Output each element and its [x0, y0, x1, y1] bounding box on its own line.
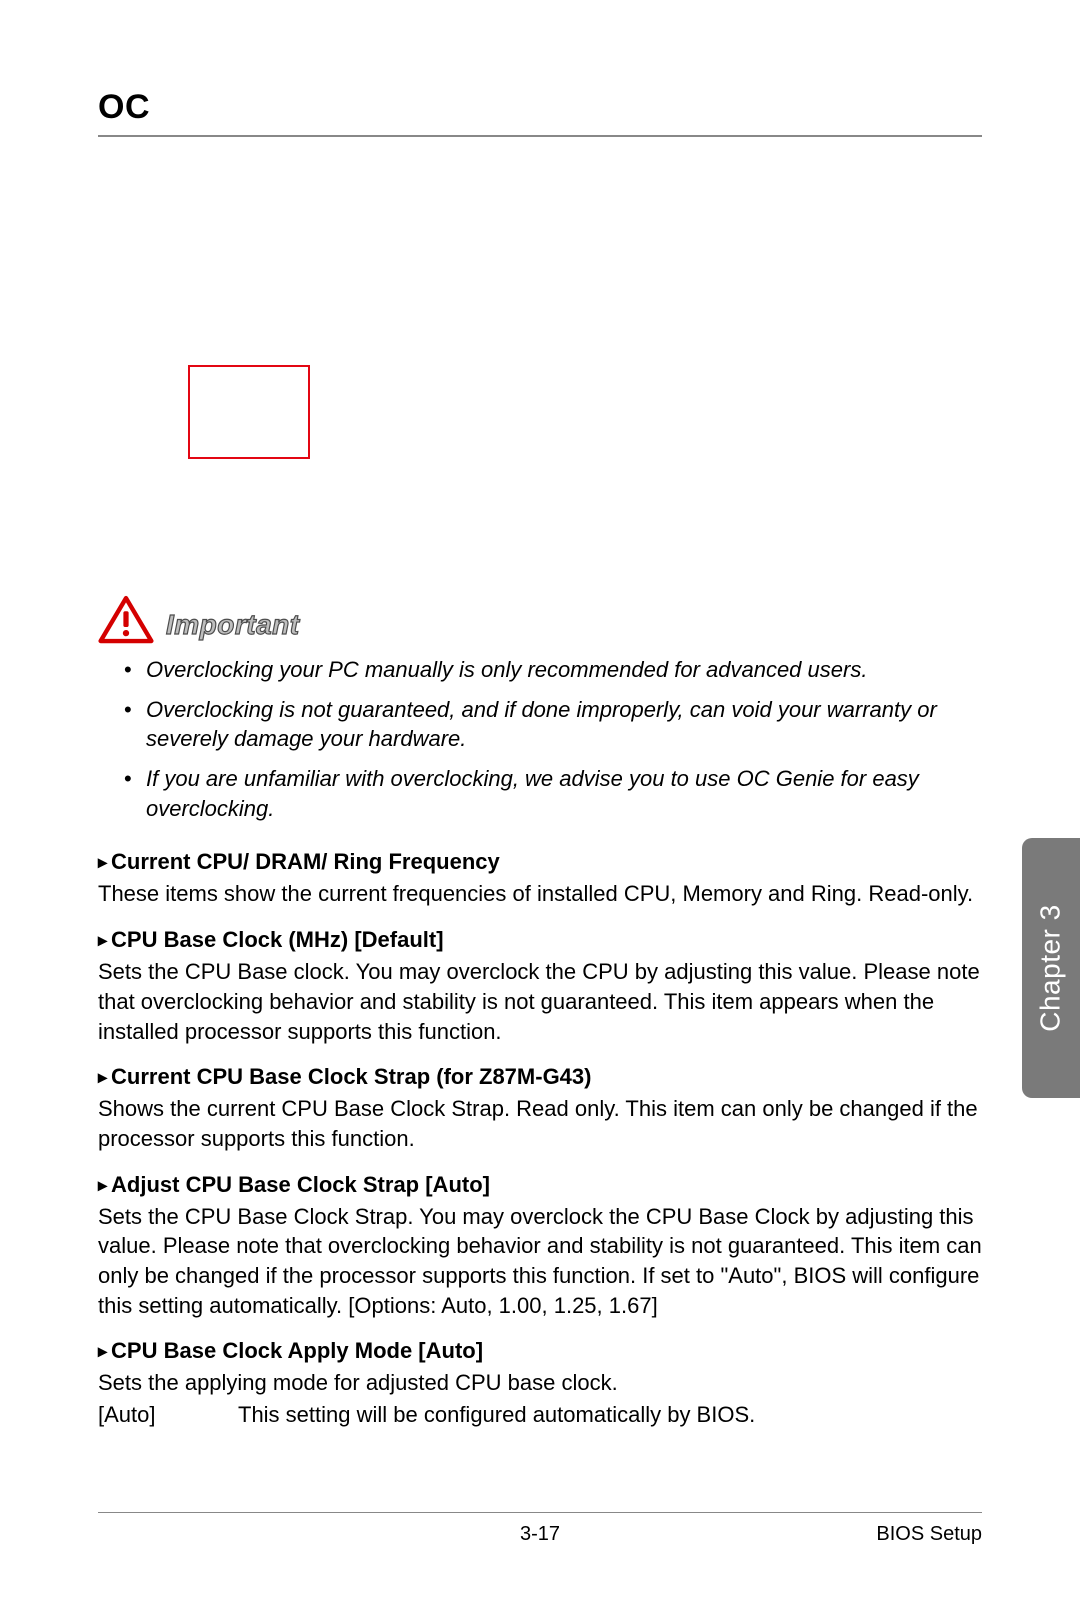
footer-section-title: BIOS Setup [876, 1523, 982, 1546]
setting-heading-text: CPU Base Clock Apply Mode [Auto] [111, 1338, 483, 1363]
setting-option-row: [Auto] This setting will be configured a… [98, 1400, 982, 1430]
triangle-bullet-icon: ▸ [98, 1341, 107, 1361]
setting-description: Sets the CPU Base clock. You may overclo… [98, 957, 982, 1046]
setting-description: Sets the applying mode for adjusted CPU … [98, 1368, 982, 1398]
setting-description: Sets the CPU Base Clock Strap. You may o… [98, 1202, 982, 1321]
important-bullet: Overclocking your PC manually is only re… [124, 655, 982, 685]
triangle-bullet-icon: ▸ [98, 1175, 107, 1195]
manual-page: OC Important Overclocking your PC manual… [0, 0, 1080, 1619]
setting-description: These items show the current frequencies… [98, 879, 982, 909]
important-bullet: Overclocking is not guaranteed, and if d… [124, 695, 982, 754]
chapter-side-tab-label: Chapter 3 [1035, 904, 1067, 1031]
page-number: 3-17 [520, 1523, 560, 1546]
setting-item: ▸Adjust CPU Base Clock Strap [Auto] Sets… [98, 1172, 982, 1321]
page-footer: 3-17 BIOS Setup [98, 1512, 982, 1549]
setting-option-key: [Auto] [98, 1400, 238, 1430]
warning-icon [98, 595, 154, 645]
setting-item: ▸CPU Base Clock (MHz) [Default] Sets the… [98, 927, 982, 1046]
important-label: Important [166, 609, 300, 645]
setting-heading-text: Current CPU Base Clock Strap (for Z87M-G… [111, 1064, 591, 1089]
setting-option-desc: This setting will be configured automati… [238, 1400, 982, 1430]
triangle-bullet-icon: ▸ [98, 852, 107, 872]
triangle-bullet-icon: ▸ [98, 1067, 107, 1087]
setting-item: ▸CPU Base Clock Apply Mode [Auto] Sets t… [98, 1338, 982, 1429]
setting-heading: ▸Current CPU Base Clock Strap (for Z87M-… [98, 1064, 982, 1090]
bios-screenshot-placeholder [98, 167, 982, 577]
setting-heading: ▸CPU Base Clock (MHz) [Default] [98, 927, 982, 953]
important-header: Important [98, 595, 982, 645]
setting-description: Shows the current CPU Base Clock Strap. … [98, 1094, 982, 1153]
triangle-bullet-icon: ▸ [98, 930, 107, 950]
setting-heading: ▸Adjust CPU Base Clock Strap [Auto] [98, 1172, 982, 1198]
highlight-box [188, 365, 310, 459]
important-callout: Important Overclocking your PC manually … [98, 595, 982, 823]
chapter-side-tab: Chapter 3 [1022, 838, 1080, 1098]
important-bullet: If you are unfamiliar with overclocking,… [124, 764, 982, 823]
setting-heading: ▸CPU Base Clock Apply Mode [Auto] [98, 1338, 982, 1364]
setting-heading: ▸Current CPU/ DRAM/ Ring Frequency [98, 849, 982, 875]
setting-item: ▸Current CPU Base Clock Strap (for Z87M-… [98, 1064, 982, 1153]
setting-item: ▸Current CPU/ DRAM/ Ring Frequency These… [98, 849, 982, 909]
page-title: OC [98, 88, 982, 137]
important-bullet-list: Overclocking your PC manually is only re… [98, 655, 982, 823]
setting-heading-text: CPU Base Clock (MHz) [Default] [111, 927, 443, 952]
setting-heading-text: Current CPU/ DRAM/ Ring Frequency [111, 849, 500, 874]
setting-heading-text: Adjust CPU Base Clock Strap [Auto] [111, 1172, 490, 1197]
settings-section-list: ▸Current CPU/ DRAM/ Ring Frequency These… [98, 849, 982, 1429]
